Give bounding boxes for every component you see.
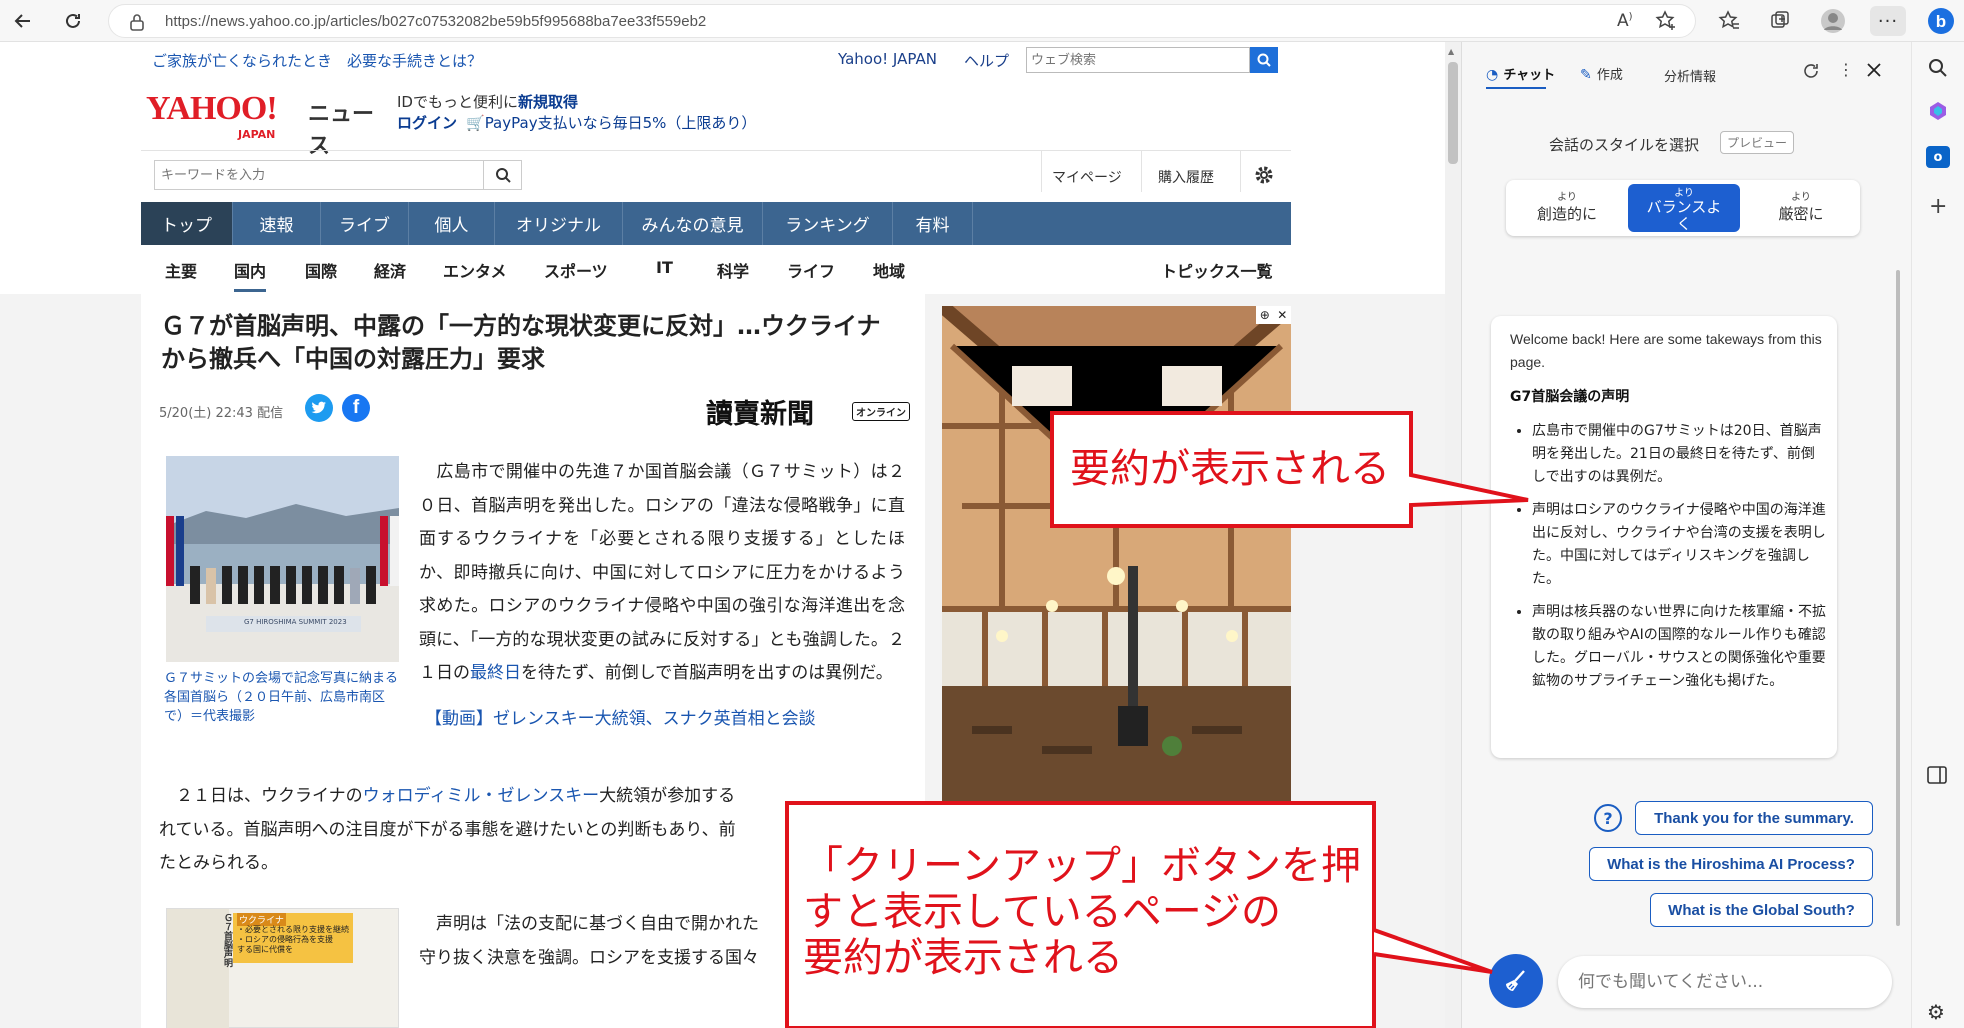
callout-line: 「クリーンアップ」ボタンを押 [803, 843, 1361, 889]
callout-cleanup: 「クリーンアップ」ボタンを押 すと表示しているページの 要約が表示される [803, 843, 1361, 981]
callout-summary: 要約が表示される [1070, 446, 1390, 492]
callout-line: 要約が表示される [803, 935, 1123, 981]
callout-line: すと表示しているページの [803, 889, 1281, 935]
